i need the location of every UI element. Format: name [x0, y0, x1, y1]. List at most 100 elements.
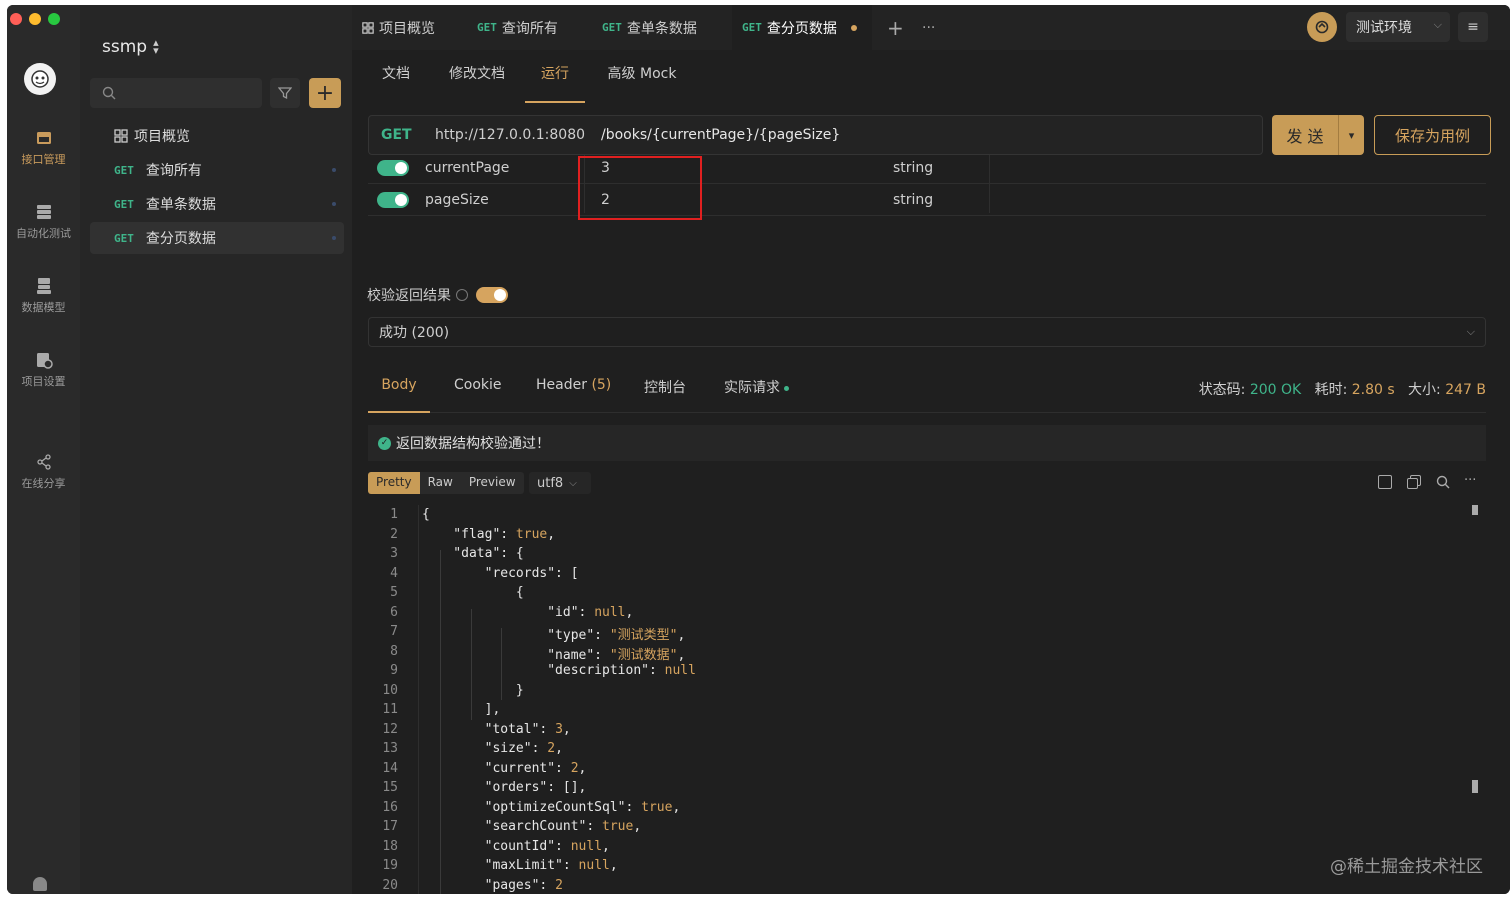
- scrollbar-thumb[interactable]: [1472, 505, 1478, 515]
- tree-item-query-one[interactable]: GET 查单条数据: [90, 188, 344, 220]
- code-line: {: [422, 507, 430, 522]
- add-button[interactable]: +: [309, 78, 341, 108]
- response-code-viewer[interactable]: 1 {2 "flag": true, 3 "data": {4 "records":…: [368, 505, 1486, 894]
- tab-query-one[interactable]: GET 查单条数据: [602, 5, 732, 50]
- project-switcher[interactable]: ssmp ▴ ▾: [102, 37, 159, 57]
- tab-label: Body: [381, 377, 417, 393]
- tab-label: 查单条数据: [626, 20, 697, 37]
- copy-button[interactable]: [1407, 475, 1421, 489]
- param-name[interactable]: currentPage: [425, 160, 509, 176]
- line-number: 17: [382, 819, 398, 834]
- tree-item-query-all[interactable]: GET 查询所有: [90, 154, 344, 186]
- validation-message: 返回数据结构校验通过！: [396, 436, 550, 452]
- sidebar: ssmp ▴ ▾ + 项目概览 GET 查询所有 GET 查单条数据 GET 查…: [80, 5, 352, 894]
- base-url: http://127.0.0.1:8080: [435, 127, 586, 143]
- encoding-select[interactable]: utf8 ⌵: [529, 472, 591, 494]
- tab-overview[interactable]: 项目概览: [362, 5, 462, 50]
- line-number: 1: [390, 507, 398, 522]
- rail-item-label: 在线分享: [21, 477, 66, 490]
- filter-button[interactable]: [270, 78, 300, 108]
- method-select[interactable]: GET: [381, 127, 435, 143]
- param-enable-toggle[interactable]: [377, 160, 409, 176]
- tree-item-label: 项目概览: [134, 129, 190, 145]
- chevron-down-icon: ⌵: [1466, 325, 1475, 338]
- add-tab-button[interactable]: +: [887, 5, 907, 50]
- status-code: 200 OK: [1249, 382, 1302, 398]
- param-row: currentPage 3 string: [368, 152, 1486, 184]
- more-icon: ···: [1464, 473, 1477, 488]
- search-input[interactable]: [90, 78, 262, 108]
- tab-cookie[interactable]: Cookie: [454, 377, 502, 413]
- code-line: "records": [: [422, 565, 579, 581]
- chevron-down-icon: ▾: [1348, 128, 1355, 142]
- search-field[interactable]: [120, 82, 256, 104]
- save-as-case-button[interactable]: 保存为用例: [1374, 115, 1491, 155]
- tree-item-query-page[interactable]: GET 查分页数据: [90, 222, 344, 254]
- param-enable-toggle[interactable]: [377, 192, 409, 208]
- env-label: 测试环境: [1356, 20, 1412, 36]
- view-preview-button[interactable]: Preview: [460, 472, 524, 494]
- maximize-window-button[interactable]: [48, 13, 60, 25]
- code-line: }: [422, 682, 524, 698]
- tab-label: 查分页数据: [766, 20, 837, 37]
- rail-item-data-model[interactable]: 数据模型: [7, 277, 80, 315]
- subtab-docs[interactable]: 文档: [376, 63, 416, 103]
- response-select-value: 成功 (200): [379, 325, 450, 341]
- env-sync-button[interactable]: [1307, 12, 1337, 42]
- param-type[interactable]: string: [893, 192, 933, 208]
- send-button[interactable]: 发 送 ▾: [1272, 115, 1364, 155]
- close-window-button[interactable]: [10, 13, 22, 25]
- response-select[interactable]: 成功 (200) ⌵: [368, 317, 1486, 347]
- subtab-mock[interactable]: 高级 Mock: [602, 63, 682, 103]
- rail-item-share[interactable]: 在线分享: [7, 453, 80, 491]
- view-raw-button[interactable]: Raw: [419, 472, 461, 494]
- notification-icon[interactable]: [33, 877, 47, 891]
- param-type[interactable]: string: [893, 160, 933, 176]
- scrollbar-thumb[interactable]: [1472, 780, 1478, 793]
- grid-icon: [362, 21, 374, 34]
- minimize-window-button[interactable]: [29, 13, 41, 25]
- param-name[interactable]: pageSize: [425, 192, 489, 208]
- time-value: 2.80 s: [1351, 382, 1395, 398]
- line-number: 13: [382, 741, 398, 756]
- code-line: "size": 2,: [422, 741, 563, 756]
- subtab-run[interactable]: 运行: [525, 63, 585, 103]
- env-select[interactable]: 测试环境 ⌵: [1346, 12, 1450, 42]
- more-button[interactable]: ···: [1464, 473, 1476, 488]
- tab-label: 实际请求: [724, 380, 780, 396]
- rail-item-label: 接口管理: [21, 153, 66, 166]
- send-label: 发 送: [1286, 127, 1324, 146]
- method-badge: GET: [114, 231, 134, 245]
- highlight-box: [578, 156, 702, 220]
- tree-item-overview[interactable]: 项目概览: [90, 120, 344, 152]
- rail-item-label: 数据模型: [21, 301, 66, 314]
- tab-query-page[interactable]: GET 查分页数据: [732, 5, 872, 50]
- url-path[interactable]: /books/{currentPage}/{pageSize}: [601, 127, 840, 143]
- tab-header[interactable]: Header (5): [536, 377, 611, 413]
- rail-item-automation[interactable]: 自动化测试: [7, 203, 80, 241]
- tab-console[interactable]: 控制台: [644, 377, 686, 413]
- status-dot: [332, 236, 336, 240]
- tab-more-button[interactable]: ···: [922, 5, 948, 50]
- tab-label: Header: [536, 377, 587, 393]
- tab-body[interactable]: Body: [368, 377, 430, 413]
- url-bar[interactable]: GET http://127.0.0.1:8080 /books/{curren…: [368, 115, 1263, 155]
- validation-banner: ✓ 返回数据结构校验通过！: [368, 425, 1486, 461]
- avatar[interactable]: [24, 63, 56, 95]
- send-dropdown-button[interactable]: ▾: [1338, 115, 1364, 155]
- view-pretty-button[interactable]: Pretty: [368, 472, 420, 494]
- tab-actual-request[interactable]: 实际请求: [724, 377, 790, 413]
- more-icon: ···: [922, 19, 936, 36]
- validate-toggle[interactable]: [476, 287, 508, 303]
- code-line: "flag": true,: [422, 526, 556, 542]
- rail-item-settings[interactable]: 项目设置: [7, 351, 80, 389]
- sync-icon: [1315, 20, 1329, 34]
- rail-item-api[interactable]: 接口管理: [7, 129, 80, 167]
- tab-query-all[interactable]: GET 查询所有: [477, 5, 592, 50]
- download-button[interactable]: [1378, 475, 1392, 489]
- check-circle-icon: ✓: [378, 436, 391, 450]
- menu-button[interactable]: ≡: [1458, 12, 1488, 42]
- subtab-edit-docs[interactable]: 修改文档: [442, 63, 512, 103]
- search-button[interactable]: [1436, 475, 1450, 489]
- line-number: 15: [382, 780, 398, 795]
